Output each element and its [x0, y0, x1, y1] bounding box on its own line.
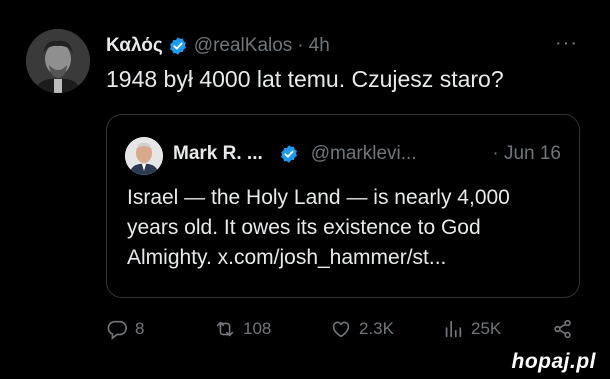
tweet-timestamp[interactable]: 4h [309, 35, 330, 57]
tweet-text: 1948 był 4000 lat temu. Czujesz staro? [106, 66, 504, 92]
like-icon [332, 321, 350, 338]
tweet-header: Καλός @realKalos · 4h [106, 32, 330, 60]
separator-dot: · [297, 35, 304, 56]
tweet[interactable]: Καλός @realKalos · 4h ··· 1948 był 4000 … [0, 0, 610, 346]
reply-icon [107, 320, 127, 340]
quoted-author-handle[interactable]: @marklevi... [311, 143, 417, 165]
watermark-bar: hopaj.pl [0, 346, 610, 379]
repost-count: 108 [243, 319, 272, 338]
quoted-author-avatar[interactable] [125, 137, 163, 175]
author-avatar[interactable] [26, 29, 90, 93]
verified-badge-icon [169, 37, 186, 55]
reply-count: 8 [135, 319, 145, 338]
more-icon[interactable]: ··· [555, 32, 578, 55]
like-count: 2.3K [359, 319, 394, 338]
like-button[interactable]: 2.3K [330, 318, 394, 340]
repost-icon [216, 321, 234, 337]
views-button[interactable]: 25K [442, 318, 501, 340]
author-handle[interactable]: @realKalos [194, 35, 293, 57]
author-name[interactable]: Καλός [106, 35, 163, 57]
repost-button[interactable]: 108 [214, 318, 271, 340]
reply-button[interactable]: 8 [106, 318, 144, 340]
quoted-timestamp[interactable]: · Jun 16 [492, 143, 561, 165]
views-count: 25K [471, 319, 502, 338]
quoted-tweet-text: Israel — the Holy Land — is nearly 4,000… [127, 186, 510, 269]
verified-badge-icon [280, 145, 297, 163]
quoted-tweet[interactable]: Mark R. ... @marklevi... · Jun 16 Israel… [106, 114, 580, 298]
views-icon [445, 320, 462, 338]
share-button[interactable] [552, 318, 581, 340]
watermark-logo: hopaj.pl [511, 350, 596, 373]
quoted-header: Mark R. ... @marklevi... [173, 143, 417, 165]
share-icon [554, 319, 571, 339]
tweet-actions: 8 108 2.3K 25K [106, 318, 586, 344]
quoted-author-name[interactable]: Mark R. ... [173, 143, 263, 165]
